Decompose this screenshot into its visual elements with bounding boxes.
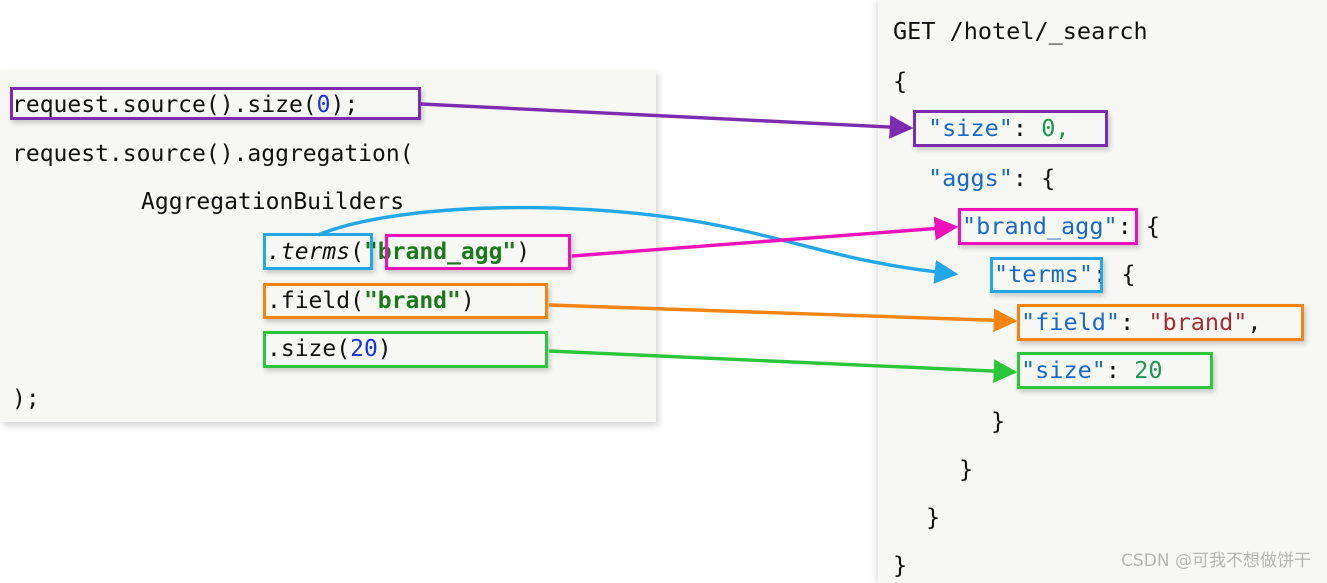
json-close-brace-4: }	[893, 551, 908, 579]
highlight-box-size-java	[10, 87, 421, 120]
code-line-aggregation: request.source().aggregation(	[12, 141, 414, 167]
highlight-box-size20-json	[1017, 352, 1213, 389]
json-open-brace: {	[893, 67, 908, 95]
code-line-aggregation-builders: AggregationBuilders	[141, 189, 405, 215]
json-key-aggs: "aggs"	[928, 164, 1013, 192]
highlight-box-size20-java	[263, 331, 548, 368]
csdn-watermark: CSDN @可我不想做饼干	[1121, 551, 1311, 571]
diagram-canvas: request.source().size(0); request.source…	[0, 0, 1327, 583]
highlight-box-field-json	[1017, 304, 1304, 341]
json-rest-aggs: : {	[1012, 164, 1056, 192]
json-close-brace-2: }	[959, 455, 974, 483]
highlight-box-terms-json	[990, 257, 1103, 293]
highlight-box-terms-java	[263, 233, 373, 270]
json-request-line: GET /hotel/_search	[893, 17, 1148, 45]
highlight-box-field-java	[263, 283, 548, 319]
code-line-closing: );	[12, 386, 40, 412]
json-line-aggs: "aggs": {	[928, 164, 1056, 192]
json-close-brace-1: }	[991, 407, 1006, 435]
highlight-box-brandagg-json	[958, 208, 1138, 245]
json-close-brace-3: }	[926, 503, 941, 531]
highlight-box-size-json	[913, 110, 1108, 147]
highlight-box-brandagg-java	[385, 234, 571, 270]
